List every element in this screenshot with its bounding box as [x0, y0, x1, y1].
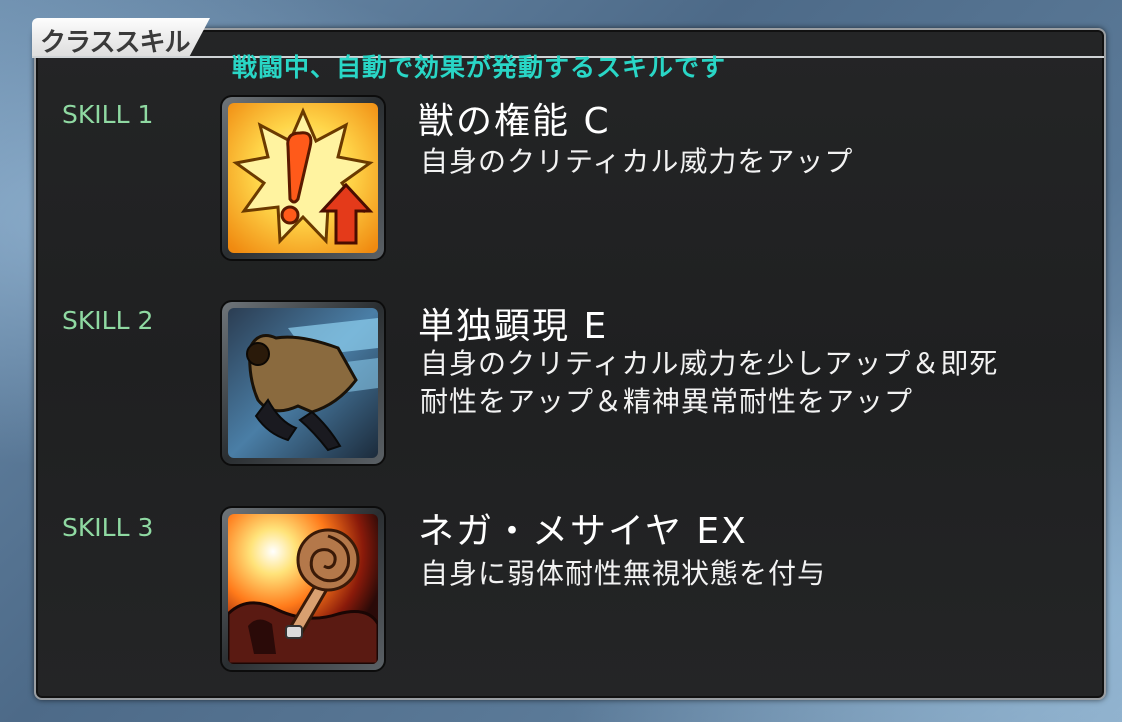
skill-name: ネガ・メサイヤ EX: [418, 511, 748, 552]
skill-icon-frame[interactable]: [222, 508, 384, 670]
skill-description: 自身のクリティカル威力をアップ: [420, 145, 854, 178]
skill-name: 獣の権能 C: [418, 101, 611, 142]
skill-label: SKILL 2: [62, 306, 154, 335]
skill-description-line: 耐性をアップ＆精神異常耐性をアップ: [420, 385, 914, 418]
skill-icon-frame[interactable]: [222, 302, 384, 464]
skill-description-line: 自身のクリティカル威力を少しアップ＆即死: [420, 347, 999, 380]
nega-messiah-icon: [228, 514, 378, 664]
skill-label: SKILL 3: [62, 513, 154, 542]
skill-label: SKILL 1: [62, 100, 154, 129]
skill-name: 単独顕現 E: [418, 306, 609, 347]
skill-description: 自身のクリティカル威力を少しアップ＆即死 耐性をアップ＆精神異常耐性をアップ: [420, 345, 1100, 421]
skill-description: 自身に弱体耐性無視状態を付与: [420, 557, 827, 590]
independent-manifestation-icon: [228, 308, 378, 458]
panel-title: クラススキル: [40, 28, 190, 58]
skill-icon-frame[interactable]: [222, 97, 384, 259]
panel-subtitle: 戦闘中、自動で効果が発動するスキルです: [232, 53, 727, 82]
critical-up-icon: [228, 103, 378, 253]
